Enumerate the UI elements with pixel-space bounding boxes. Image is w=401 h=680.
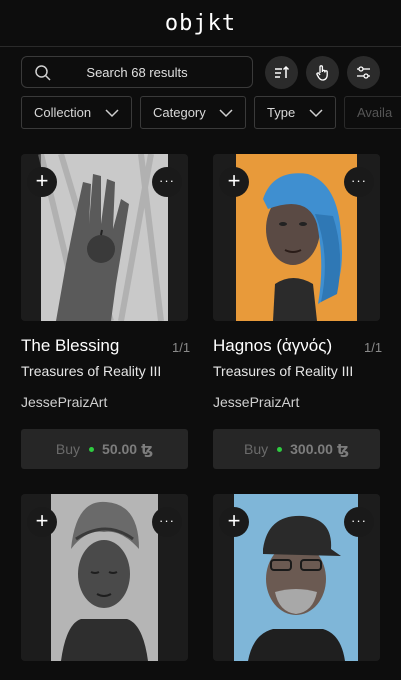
type-filter[interactable]: Type	[254, 96, 336, 129]
collection-filter[interactable]: Collection	[21, 96, 132, 129]
available-status-dot	[277, 446, 283, 452]
tez-currency-icon: ꜩ	[141, 440, 154, 457]
sort-button[interactable]	[265, 56, 298, 89]
category-filter[interactable]: Category	[140, 96, 246, 129]
more-options-button[interactable]: ···	[344, 167, 374, 197]
token-price: 50.00	[102, 441, 138, 457]
token-collection[interactable]: Treasures of Reality III	[21, 363, 161, 379]
search-input[interactable]: Search 68 results	[21, 56, 253, 88]
chevron-down-icon	[105, 109, 119, 118]
token-title[interactable]: Hagnos (ἁγνός)	[213, 336, 332, 356]
add-to-collection-button[interactable]: +	[27, 167, 57, 197]
collection-filter-label: Collection	[34, 105, 92, 120]
token-artist[interactable]: JessePraizArt	[21, 394, 107, 410]
token-artwork[interactable]: + ···	[213, 494, 380, 661]
token-price: 300.00	[290, 441, 333, 457]
buy-label: Buy	[244, 441, 269, 457]
objkt-logo[interactable]: objkt	[165, 11, 236, 36]
gesture-button[interactable]	[306, 56, 339, 89]
hand-pointer-icon	[316, 65, 328, 81]
chevron-down-icon	[219, 109, 233, 118]
app-header: objkt	[0, 0, 401, 47]
search-icon	[35, 65, 51, 81]
token-artwork[interactable]: + ···	[21, 154, 188, 321]
token-artwork[interactable]: + ···	[21, 494, 188, 661]
availability-filter[interactable]: Availa	[344, 96, 401, 129]
add-to-collection-button[interactable]: +	[27, 507, 57, 537]
token-edition: 1/1	[172, 340, 191, 355]
sort-icon	[275, 65, 290, 78]
buy-label: Buy	[55, 441, 81, 457]
buy-button[interactable]: Buy 300.00 ꜩ	[213, 429, 380, 469]
tez-currency-icon: ꜩ	[336, 440, 349, 457]
filters-button[interactable]	[347, 56, 380, 89]
chevron-down-icon	[309, 109, 323, 118]
token-artist[interactable]: JessePraizArt	[213, 394, 299, 410]
token-title[interactable]: The Blessing	[21, 336, 119, 356]
type-filter-label: Type	[267, 105, 296, 120]
more-options-button[interactable]: ···	[152, 507, 182, 537]
more-options-button[interactable]: ···	[344, 507, 374, 537]
token-collection[interactable]: Treasures of Reality III	[213, 363, 353, 379]
available-status-dot	[89, 446, 95, 452]
category-filter-label: Category	[153, 105, 206, 120]
filter-bar: Collection Category Type Availa	[21, 96, 401, 130]
more-options-button[interactable]: ···	[152, 167, 182, 197]
token-artwork[interactable]: + ···	[213, 154, 380, 321]
search-placeholder: Search 68 results	[86, 64, 188, 80]
availability-filter-label: Availa	[357, 105, 393, 120]
add-to-collection-button[interactable]: +	[219, 167, 249, 197]
token-edition: 1/1	[364, 340, 383, 355]
buy-button[interactable]: Buy 50.00 ꜩ	[21, 429, 188, 469]
sliders-icon	[357, 66, 370, 79]
add-to-collection-button[interactable]: +	[219, 507, 249, 537]
